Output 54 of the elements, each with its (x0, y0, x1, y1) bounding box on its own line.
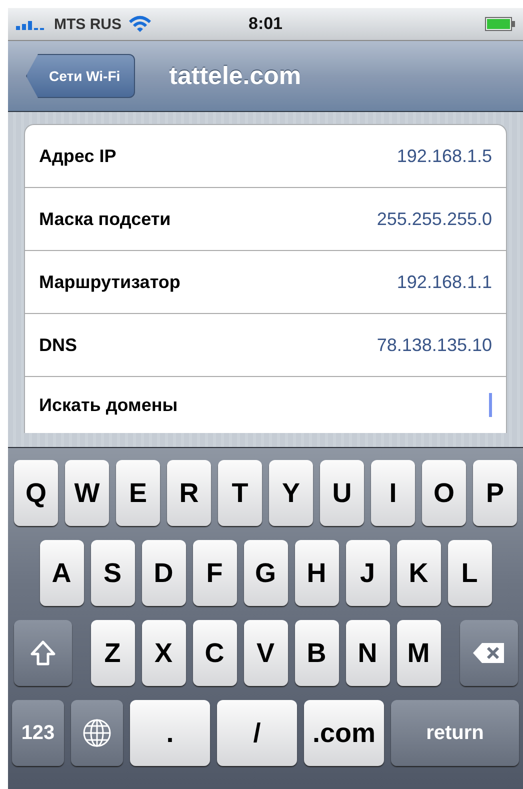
symbol-key[interactable]: .com (304, 700, 384, 766)
letter-key[interactable]: S (90, 540, 134, 606)
letter-key[interactable]: O (422, 460, 466, 526)
symbol-key[interactable]: / (217, 700, 297, 766)
back-button[interactable]: Сети Wi-Fi (26, 54, 136, 98)
row-value: 255.255.255.0 (376, 208, 492, 230)
letter-key[interactable]: G (244, 540, 288, 606)
letter-key[interactable]: Y (269, 460, 313, 526)
letter-key[interactable]: L (448, 540, 492, 606)
letter-key[interactable]: E (116, 460, 160, 526)
carrier-name: MTS RUS (54, 16, 122, 32)
letter-key[interactable]: I (371, 460, 415, 526)
text-field-row[interactable]: Искать домены (25, 377, 506, 433)
letter-key[interactable]: Q (14, 460, 58, 526)
letter-key[interactable]: H (294, 540, 338, 606)
backspace-icon (472, 641, 506, 665)
shift-icon (28, 639, 56, 667)
letter-key[interactable]: W (65, 460, 109, 526)
row-label: Адрес IP (39, 146, 116, 166)
shift-key[interactable] (14, 620, 72, 686)
letter-key[interactable]: X (142, 620, 186, 686)
numbers-key[interactable]: 123 (12, 700, 64, 766)
letter-key[interactable]: R (167, 460, 211, 526)
globe-icon (82, 718, 112, 748)
row-value: 192.168.1.5 (396, 146, 492, 166)
letter-key[interactable]: K (396, 540, 440, 606)
letter-key[interactable]: Z (90, 620, 134, 686)
letter-key[interactable]: D (142, 540, 186, 606)
letter-key[interactable]: P (473, 460, 517, 526)
letter-key[interactable]: J (346, 540, 390, 606)
symbol-key[interactable]: . (130, 700, 210, 766)
letter-key[interactable]: A (40, 540, 84, 606)
battery-icon (485, 17, 515, 31)
return-key[interactable]: return (391, 700, 519, 766)
row-value: 78.138.135.10 (376, 334, 492, 356)
wifi-icon (128, 15, 152, 33)
letter-key[interactable]: M (396, 620, 440, 686)
letter-key[interactable]: B (294, 620, 338, 686)
row-value: 192.168.1.1 (396, 272, 492, 292)
clock-time: 8:01 (247, 14, 284, 34)
page-title: tattele.com (169, 62, 302, 90)
row-label: DNS (39, 334, 78, 356)
letter-key[interactable]: T (218, 460, 262, 526)
delete-key[interactable] (460, 620, 518, 686)
row-label: Искать домены (39, 394, 178, 416)
globe-key[interactable] (71, 700, 123, 766)
letter-key[interactable]: N (346, 620, 390, 686)
letter-key[interactable]: F (192, 540, 236, 606)
text-cursor (489, 393, 492, 417)
letter-key[interactable]: U (320, 460, 364, 526)
row-label: Маршрутизатор (39, 272, 180, 292)
letter-key[interactable]: C (192, 620, 236, 686)
letter-key[interactable]: V (244, 620, 288, 686)
row-label: Маска подсети (39, 208, 171, 230)
